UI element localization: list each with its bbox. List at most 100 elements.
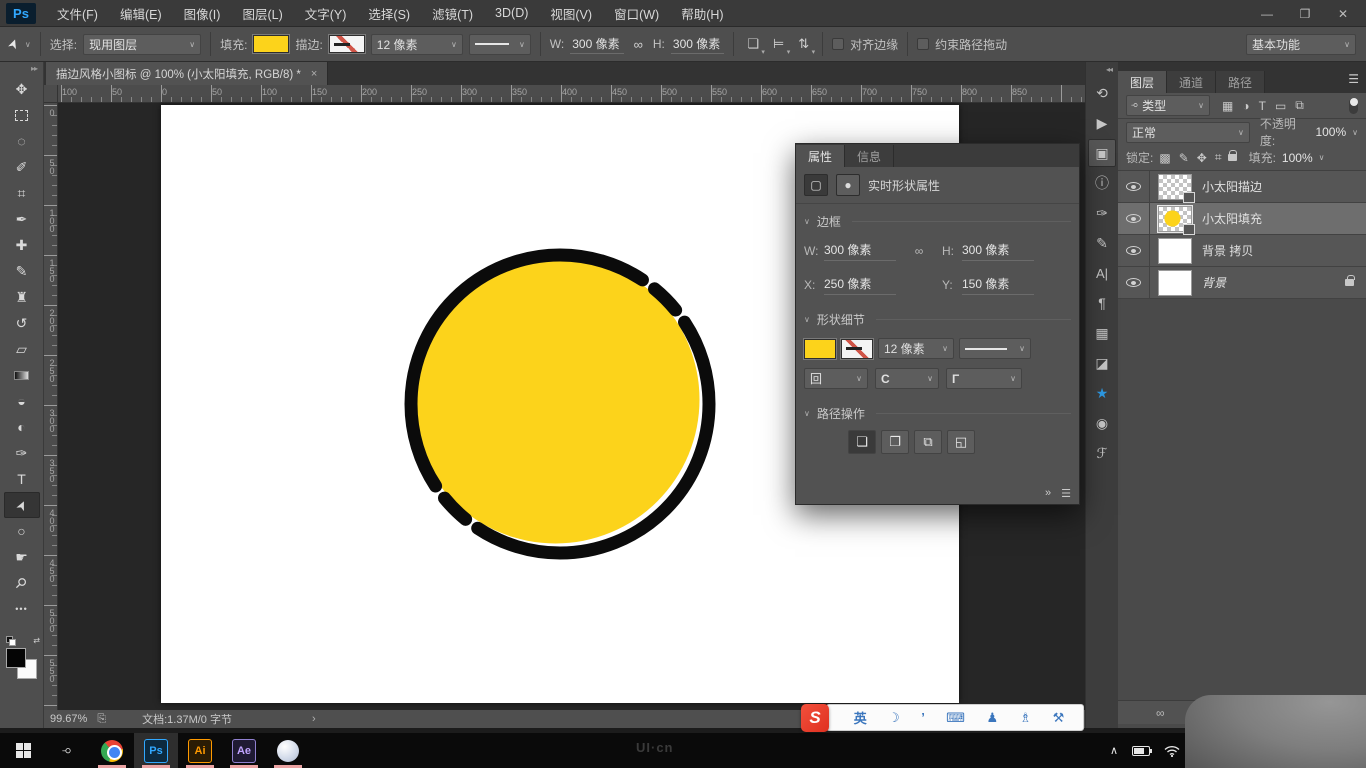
clone-source-panel-icon[interactable]: ◉ bbox=[1088, 409, 1116, 437]
visibility-toggle[interactable] bbox=[1118, 235, 1150, 266]
constrain-path-checkbox[interactable] bbox=[917, 38, 929, 50]
skin-icon[interactable]: ♗ bbox=[1020, 710, 1032, 726]
swap-colors-icon[interactable]: ⇄ bbox=[33, 636, 40, 645]
select-mode-dropdown[interactable]: 现用图层 ∨ bbox=[83, 34, 201, 55]
width-field[interactable]: 300 像素 bbox=[570, 35, 623, 54]
shape-fill-swatch[interactable] bbox=[804, 339, 836, 359]
width-field[interactable]: 300 像素 bbox=[824, 241, 896, 261]
punctuation-icon[interactable]: ’ bbox=[921, 710, 925, 725]
path-arrange-icon[interactable]: ⇅▾ bbox=[794, 36, 813, 52]
tool-zoom[interactable]: ⚲ bbox=[4, 570, 40, 596]
tool-preset-carat[interactable]: ∨ bbox=[25, 40, 31, 49]
stroke-align-dropdown[interactable]: 回 ∨ bbox=[804, 368, 868, 389]
tool-eyedropper[interactable]: ✒ bbox=[4, 206, 40, 232]
exclude-shape-button[interactable]: ◱ bbox=[947, 430, 975, 454]
tool-more[interactable]: ••• bbox=[4, 596, 40, 622]
height-field[interactable]: 300 像素 bbox=[962, 241, 1034, 261]
blend-mode-dropdown[interactable]: 正常 ∨ bbox=[1126, 122, 1250, 143]
tool-gradient[interactable]: ▤ bbox=[4, 362, 40, 388]
document-tab[interactable]: 描边风格小图标 @ 100% (小太阳填充, RGB/8) * × bbox=[46, 62, 328, 85]
layer-thumbnail[interactable] bbox=[1158, 174, 1192, 200]
menu-item[interactable]: 图层(L) bbox=[231, 0, 293, 26]
chevron-down-icon[interactable]: ∨ bbox=[1319, 153, 1325, 162]
info-panel-icon[interactable]: ⓘ bbox=[1088, 169, 1116, 197]
visibility-toggle[interactable] bbox=[1118, 267, 1150, 298]
filter-adjustment-layers-icon[interactable]: ◑ bbox=[1242, 99, 1249, 113]
align-edges-checkbox[interactable] bbox=[832, 38, 844, 50]
taskbar-search-button[interactable]: ⌕ bbox=[46, 733, 90, 768]
stroke-width-dropdown[interactable]: 12 像素 ∨ bbox=[371, 34, 463, 55]
share-icon[interactable]: ⎘ bbox=[97, 713, 106, 726]
fill-swatch[interactable] bbox=[253, 35, 289, 53]
panel-tab[interactable]: 图层 bbox=[1118, 71, 1167, 93]
ruler-origin-corner[interactable] bbox=[44, 85, 58, 103]
visibility-toggle[interactable] bbox=[1118, 203, 1150, 234]
brushes-panel-icon[interactable]: ✑ bbox=[1088, 199, 1116, 227]
menu-item[interactable]: 文字(Y) bbox=[294, 0, 358, 26]
fill-opacity-value[interactable]: 100% bbox=[1282, 151, 1313, 165]
tray-expand-icon[interactable]: ∧ bbox=[1110, 744, 1118, 757]
layer-thumbnail[interactable] bbox=[1158, 206, 1192, 232]
visibility-toggle[interactable] bbox=[1118, 171, 1150, 202]
properties-panel-icon[interactable]: ▣ bbox=[1088, 139, 1116, 167]
vertical-ruler[interactable]: 050100150200250300350400450500550 bbox=[44, 103, 58, 725]
tool-marquee[interactable]: ◻ bbox=[4, 102, 40, 128]
battery-icon[interactable] bbox=[1132, 746, 1150, 756]
intersect-shape-button[interactable]: ⧉ bbox=[914, 430, 942, 454]
status-chevron-icon[interactable]: › bbox=[312, 713, 316, 725]
close-document-icon[interactable]: × bbox=[311, 68, 317, 80]
lock-all-icon[interactable] bbox=[1228, 154, 1237, 161]
stroke-corners-dropdown[interactable]: Γ ∨ bbox=[946, 368, 1022, 389]
path-operations-icon[interactable]: ❏▾ bbox=[743, 36, 763, 52]
start-button[interactable] bbox=[0, 733, 46, 768]
lock-position-icon[interactable]: ✥ bbox=[1197, 151, 1207, 165]
tool-quick-select[interactable]: ✐ bbox=[4, 154, 40, 180]
history-panel-icon[interactable]: ⟲ bbox=[1088, 79, 1116, 107]
workspace-dropdown[interactable]: 基本功能 ∨ bbox=[1246, 34, 1356, 55]
panel-menu-icon[interactable]: ☰ bbox=[1348, 72, 1358, 724]
tool-healing[interactable]: ✚ bbox=[4, 232, 40, 258]
taskbar-aftereffects[interactable]: Ae bbox=[222, 733, 266, 768]
panel-menu-icon[interactable]: ☰ bbox=[1061, 487, 1071, 500]
user-24-icon[interactable]: ♟ bbox=[986, 710, 998, 726]
properties-titlebar[interactable]: 属性 信息 bbox=[796, 144, 1079, 167]
panel-tab[interactable]: 通道 bbox=[1167, 71, 1216, 93]
lock-transparency-icon[interactable]: ▩ bbox=[1159, 151, 1170, 165]
combine-shapes-button[interactable]: ❏ bbox=[848, 430, 876, 454]
tool-move[interactable]: ✥ bbox=[4, 76, 40, 102]
path-alignment-icon[interactable]: ⊨▾ bbox=[769, 36, 788, 52]
panel-tab[interactable]: 属性 bbox=[796, 145, 845, 167]
default-colors-icon[interactable] bbox=[6, 636, 14, 644]
lock-artboard-icon[interactable]: ⌗ bbox=[1215, 150, 1222, 165]
tool-clone-stamp[interactable]: ♜ bbox=[4, 284, 40, 310]
shape-stroke-swatch[interactable] bbox=[841, 339, 873, 359]
filter-smart-objects-icon[interactable]: ⧉ bbox=[1295, 98, 1304, 113]
tool-type[interactable]: T bbox=[4, 466, 40, 492]
y-field[interactable]: 150 像素 bbox=[962, 275, 1034, 295]
bounds-section-header[interactable]: ∨ 边框 bbox=[796, 204, 1079, 234]
sogou-logo[interactable]: S bbox=[801, 704, 829, 732]
panel-tab[interactable]: 路径 bbox=[1216, 71, 1265, 93]
tool-blur[interactable]: ◒ bbox=[4, 388, 40, 414]
tool-hand[interactable]: ☛ bbox=[4, 544, 40, 570]
stroke-caps-dropdown[interactable]: C ∨ bbox=[875, 368, 939, 389]
tool-history-brush[interactable]: ↺ bbox=[4, 310, 40, 336]
shape-details-section-header[interactable]: ∨ 形状细节 bbox=[796, 302, 1079, 332]
taskbar-misc-app[interactable] bbox=[266, 733, 310, 768]
menu-item[interactable]: 文件(F) bbox=[46, 0, 109, 26]
glyphs-panel-icon[interactable]: ▦ bbox=[1088, 319, 1116, 347]
menu-item[interactable]: 窗口(W) bbox=[603, 0, 670, 26]
moon-mode-icon[interactable]: ☽ bbox=[888, 710, 900, 726]
menu-item[interactable]: 视图(V) bbox=[539, 0, 603, 26]
x-field[interactable]: 250 像素 bbox=[824, 275, 896, 295]
menu-item[interactable]: 图像(I) bbox=[173, 0, 232, 26]
layer-row[interactable]: 背景 bbox=[1118, 267, 1366, 299]
filter-type-layers-icon[interactable]: T bbox=[1259, 99, 1266, 113]
layer-row[interactable]: 小太阳描边 bbox=[1118, 171, 1366, 203]
styles-panel-icon[interactable]: ★ bbox=[1088, 379, 1116, 407]
menu-item[interactable]: 滤镜(T) bbox=[421, 0, 484, 26]
link-dimensions-icon[interactable]: ∞ bbox=[630, 37, 647, 52]
layer-thumbnail[interactable] bbox=[1158, 238, 1192, 264]
filter-shape-layers-icon[interactable]: ▭ bbox=[1275, 99, 1286, 113]
taskbar-illustrator[interactable]: Ai bbox=[178, 733, 222, 768]
